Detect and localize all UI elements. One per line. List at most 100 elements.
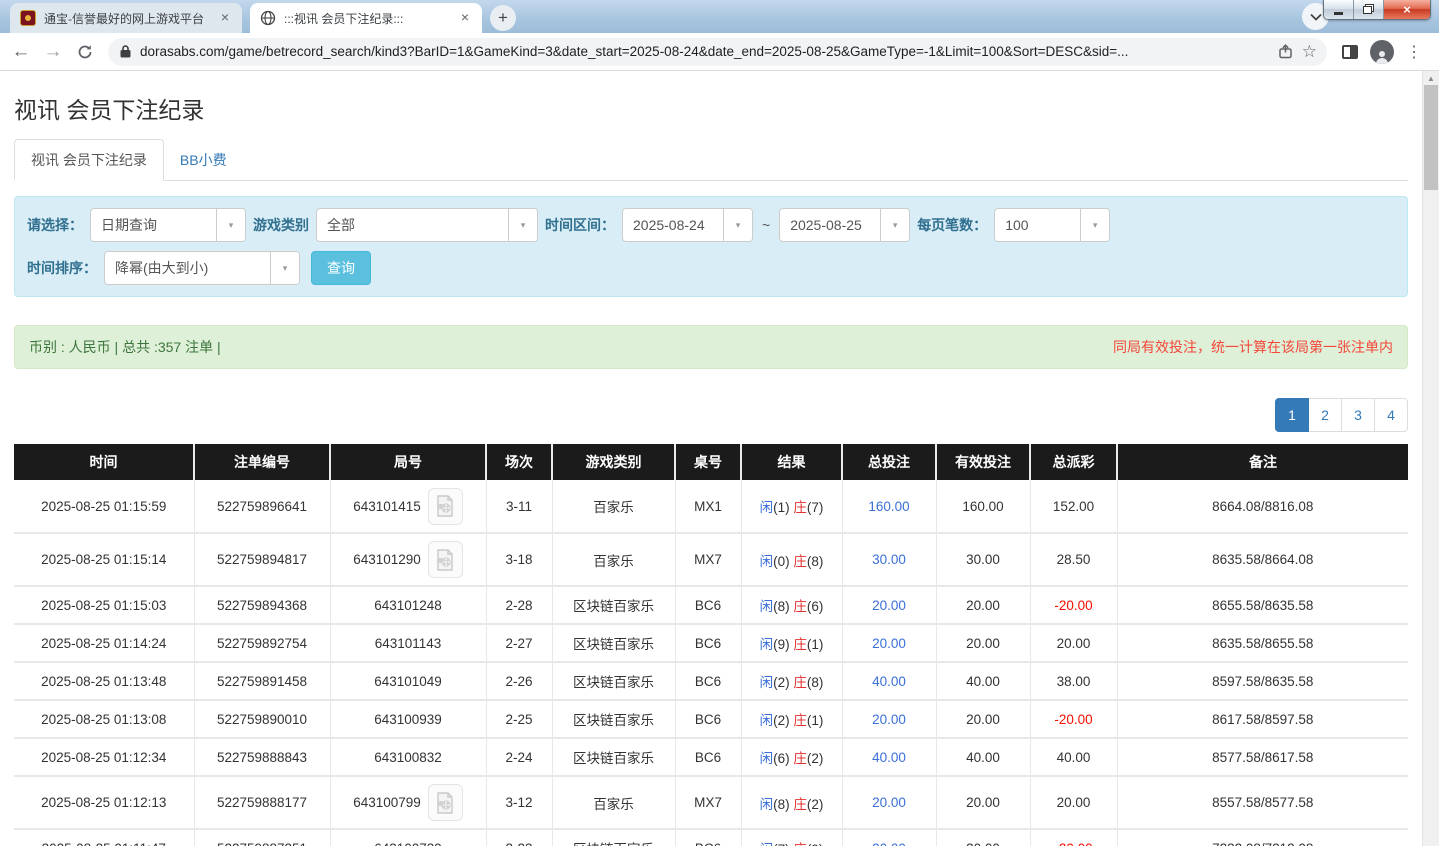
dropdown-arrow-icon[interactable]: ▾ [1080, 209, 1109, 241]
side-panel-button[interactable] [1335, 37, 1365, 67]
tongbao-favicon-icon [20, 10, 36, 26]
cell-payout: 20.00 [1030, 624, 1117, 662]
tab-close-icon[interactable]: × [457, 10, 473, 26]
cell-bet-id: 522759894817 [194, 533, 330, 586]
cell-remark: 8597.58/8635.58 [1117, 662, 1408, 700]
table-row: 2025-08-25 01:12:34 522759888843 6431008… [14, 738, 1408, 776]
cell-session: 3-11 [486, 480, 552, 533]
dropdown-arrow-icon[interactable]: ▾ [270, 252, 299, 284]
scrollbar-up-arrow-icon[interactable]: ▲ [1423, 73, 1439, 85]
profile-button[interactable] [1367, 37, 1397, 67]
video-replay-button[interactable] [428, 784, 463, 821]
player-result: 闲 [760, 500, 774, 515]
cell-bet-id: 522759890010 [194, 700, 330, 738]
restore-button[interactable] [1354, 0, 1384, 19]
cell-time: 2025-08-25 01:13:48 [14, 662, 194, 700]
dropdown-arrow-icon[interactable]: ▾ [723, 209, 752, 241]
cell-total-bet[interactable]: 40.00 [842, 738, 936, 776]
date-separator: ~ [760, 217, 772, 233]
player-result: 闲 [760, 675, 774, 690]
browser-tab-1[interactable]: 通宝-信誉最好的网上游戏平台 × [10, 3, 242, 33]
back-button[interactable]: ← [6, 37, 36, 67]
sort-label: 时间排序： [27, 258, 97, 278]
cell-total-bet[interactable]: 20.00 [842, 586, 936, 624]
cell-time: 2025-08-25 01:11:47 [14, 829, 194, 846]
query-type-select[interactable]: 日期查询 ▾ [90, 208, 246, 242]
cell-total-bet[interactable]: 160.00 [842, 480, 936, 533]
per-page-select[interactable]: 100 ▾ [994, 208, 1110, 242]
back-arrow-icon: ← [12, 41, 31, 63]
banker-result: 庄 [793, 713, 807, 728]
tab-close-icon[interactable]: × [217, 10, 233, 26]
minimize-button[interactable] [1324, 0, 1354, 19]
tab-bb-tip[interactable]: BB小费 [164, 140, 243, 180]
cell-table-code: BC6 [675, 700, 741, 738]
dropdown-arrow-icon[interactable]: ▾ [508, 209, 537, 241]
game-kind-select[interactable]: 全部 ▾ [316, 208, 538, 242]
browser-tab-2[interactable]: :::视讯 会员下注纪录::: × [250, 3, 482, 33]
cell-valid-bet: 20.00 [936, 776, 1030, 829]
cell-result: 闲(2) 庄(1) [741, 700, 842, 738]
cell-result: 闲(8) 庄(2) [741, 776, 842, 829]
chevron-down-icon [1310, 13, 1322, 21]
banker-result: 庄 [793, 554, 807, 569]
cell-remark: 8635.58/8664.08 [1117, 533, 1408, 586]
cell-total-bet[interactable]: 30.00 [842, 533, 936, 586]
player-result: 闲 [760, 713, 774, 728]
page-button-1[interactable]: 1 [1275, 398, 1309, 432]
cell-round-id: 643101049 [330, 662, 486, 700]
column-header: 局号 [330, 444, 486, 480]
browser-tab-title: :::视讯 会员下注纪录::: [284, 10, 449, 27]
cell-time: 2025-08-25 01:15:14 [14, 533, 194, 586]
cell-bet-id: 522759891458 [194, 662, 330, 700]
cell-game-kind: 区块链百家乐 [552, 624, 675, 662]
sort-select[interactable]: 降幂(由大到小) ▾ [104, 251, 300, 285]
page-button-3[interactable]: 3 [1341, 398, 1375, 432]
page-scrollbar[interactable]: ▲ [1422, 71, 1439, 846]
cell-time: 2025-08-25 01:13:08 [14, 700, 194, 738]
cell-session: 2-23 [486, 829, 552, 846]
date-end-select[interactable]: 2025-08-25 ▾ [779, 208, 910, 242]
video-file-icon [435, 495, 455, 517]
cell-total-bet[interactable]: 20.00 [842, 829, 936, 846]
cell-total-bet[interactable]: 40.00 [842, 662, 936, 700]
tab-betrecord[interactable]: 视讯 会员下注纪录 [14, 139, 164, 181]
currency-total-text: 币别 : 人民币 | 总共 :357 注单 | [29, 337, 221, 357]
cell-round-id: 643101248 [330, 586, 486, 624]
video-replay-button[interactable] [428, 488, 463, 525]
date-start-select[interactable]: 2025-08-24 ▾ [622, 208, 753, 242]
cell-payout: 20.00 [1030, 776, 1117, 829]
summary-bar: 币别 : 人民币 | 总共 :357 注单 | 同局有效投注，统一计算在该局第一… [14, 325, 1408, 369]
page-title: 视讯 会员下注纪录 [14, 91, 1408, 125]
cell-round-id: 643100939 [330, 700, 486, 738]
browser-menu-button[interactable]: ⋮ [1399, 37, 1429, 67]
cell-total-bet[interactable]: 20.00 [842, 624, 936, 662]
address-bar[interactable]: dorasabs.com/game/betrecord_search/kind3… [108, 38, 1327, 66]
cell-session: 2-27 [486, 624, 552, 662]
close-window-button[interactable]: × [1384, 0, 1430, 19]
query-button[interactable]: 查询 [311, 251, 371, 285]
dropdown-arrow-icon[interactable]: ▾ [880, 209, 909, 241]
new-tab-button[interactable]: + [490, 5, 516, 31]
page-button-4[interactable]: 4 [1374, 398, 1408, 432]
cell-result: 闲(7) 庄(9) [741, 829, 842, 846]
share-icon[interactable] [1278, 44, 1293, 59]
cell-session: 3-12 [486, 776, 552, 829]
banker-result: 庄 [793, 797, 807, 812]
cell-total-bet[interactable]: 20.00 [842, 700, 936, 738]
forward-button[interactable]: → [38, 37, 68, 67]
cell-game-kind: 百家乐 [552, 480, 675, 533]
url-text[interactable]: dorasabs.com/game/betrecord_search/kind3… [140, 44, 1269, 59]
page-button-2[interactable]: 2 [1308, 398, 1342, 432]
dropdown-arrow-icon[interactable]: ▾ [216, 209, 245, 241]
cell-remark: 8664.08/8816.08 [1117, 480, 1408, 533]
reload-button[interactable] [70, 37, 100, 67]
scrollbar-thumb[interactable] [1424, 85, 1438, 190]
table-row: 2025-08-25 01:15:59 522759896641 6431014… [14, 480, 1408, 533]
bookmark-star-icon[interactable]: ☆ [1302, 42, 1317, 62]
video-replay-button[interactable] [428, 541, 463, 578]
cell-game-kind: 区块链百家乐 [552, 738, 675, 776]
player-result: 闲 [760, 797, 774, 812]
cell-total-bet[interactable]: 20.00 [842, 776, 936, 829]
cell-round-id: 643100832 [330, 738, 486, 776]
